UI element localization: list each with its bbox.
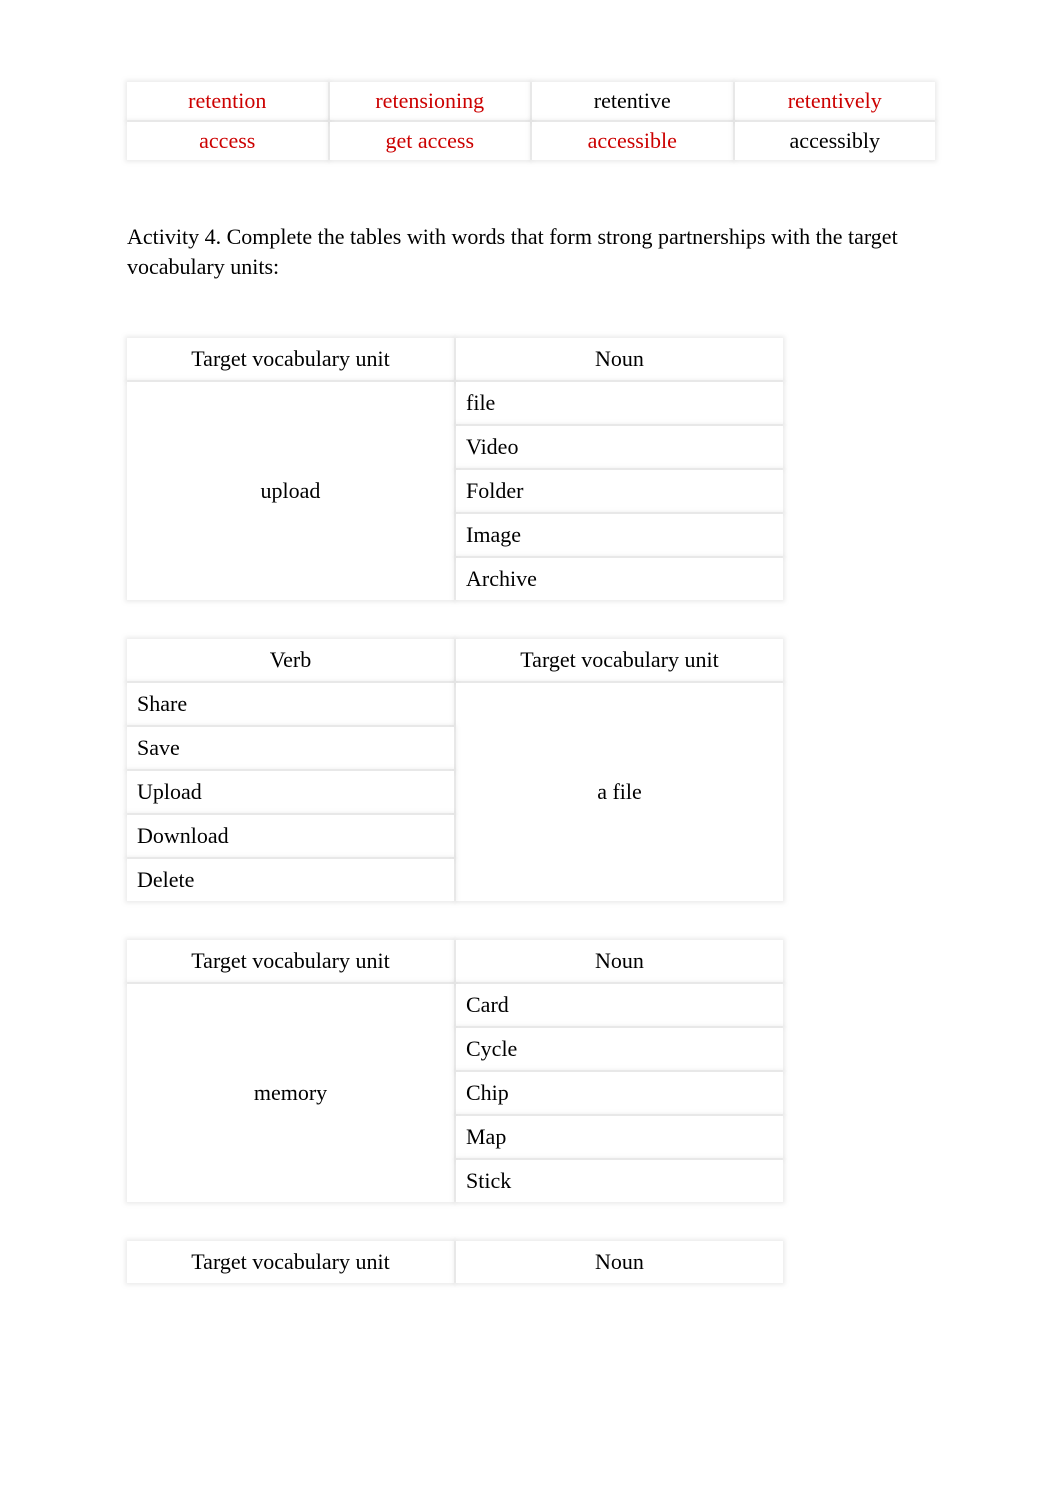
word-forms-table: retention retensioning retentive retenti… <box>125 80 937 162</box>
target-unit-cell: memory <box>127 984 454 1202</box>
verb-cell: Save <box>127 727 454 769</box>
target-unit-cell: a file <box>456 683 783 901</box>
word-cell: retention <box>127 82 328 120</box>
word-cell: get access <box>330 122 531 160</box>
table-row: Share a file <box>127 683 783 725</box>
word-cell: accessible <box>532 122 733 160</box>
page: retention retensioning retentive retenti… <box>0 0 1062 1506</box>
word-text: retentively <box>788 88 882 113</box>
table-header-row: Verb Target vocabulary unit <box>127 639 783 681</box>
table-header-row: Target vocabulary unit Noun <box>127 940 783 982</box>
table-header-row: Target vocabulary unit Noun <box>127 1241 783 1283</box>
word-cell: retensioning <box>330 82 531 120</box>
table-header-left: Target vocabulary unit <box>127 1241 454 1283</box>
noun-cell: Chip <box>456 1072 783 1114</box>
table-header-right: Target vocabulary unit <box>456 639 783 681</box>
word-text: accessibly <box>790 128 880 153</box>
noun-cell: Stick <box>456 1160 783 1202</box>
word-text: retentive <box>594 88 671 113</box>
target-unit-cell: upload <box>127 382 454 600</box>
noun-cell: Map <box>456 1116 783 1158</box>
word-text: accessible <box>588 128 677 153</box>
noun-cell: Archive <box>456 558 783 600</box>
word-text: access <box>199 128 255 153</box>
verb-cell: Delete <box>127 859 454 901</box>
collocation-table-1: Target vocabulary unit Noun upload file … <box>125 336 785 602</box>
verb-cell: Upload <box>127 771 454 813</box>
collocation-table-4: Target vocabulary unit Noun <box>125 1239 785 1285</box>
word-text: retention <box>188 88 266 113</box>
noun-cell: Image <box>456 514 783 556</box>
activity-instruction: Activity 4. Complete the tables with wor… <box>127 222 937 281</box>
noun-cell: Card <box>456 984 783 1026</box>
collocation-table-3: Target vocabulary unit Noun memory Card … <box>125 938 785 1204</box>
verb-cell: Download <box>127 815 454 857</box>
table-row: memory Card <box>127 984 783 1026</box>
word-cell: accessibly <box>735 122 936 160</box>
table-header-right: Noun <box>456 338 783 380</box>
word-cell: access <box>127 122 328 160</box>
noun-cell: file <box>456 382 783 424</box>
table-row: upload file <box>127 382 783 424</box>
noun-cell: Folder <box>456 470 783 512</box>
word-cell: retentive <box>532 82 733 120</box>
table-header-right: Noun <box>456 1241 783 1283</box>
table-row: retention retensioning retentive retenti… <box>127 82 935 120</box>
noun-cell: Cycle <box>456 1028 783 1070</box>
table-header-left: Target vocabulary unit <box>127 940 454 982</box>
table-header-left: Verb <box>127 639 454 681</box>
page-edge-fade <box>0 0 10 1506</box>
noun-cell: Video <box>456 426 783 468</box>
word-cell: retentively <box>735 82 936 120</box>
word-text: retensioning <box>375 88 484 113</box>
table-header-left: Target vocabulary unit <box>127 338 454 380</box>
table-header-right: Noun <box>456 940 783 982</box>
verb-cell: Share <box>127 683 454 725</box>
table-row: access get access accessible accessibly <box>127 122 935 160</box>
collocation-table-2: Verb Target vocabulary unit Share a file… <box>125 637 785 903</box>
word-text: get access <box>385 128 474 153</box>
table-header-row: Target vocabulary unit Noun <box>127 338 783 380</box>
